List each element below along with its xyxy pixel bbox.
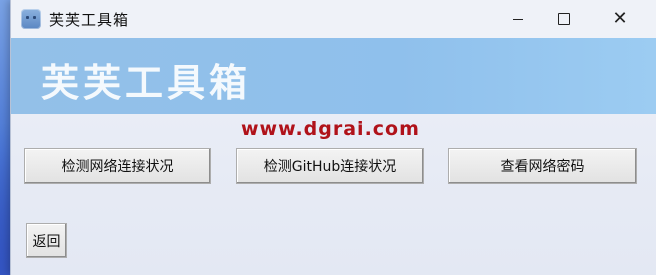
- app-icon: [21, 9, 41, 29]
- minimize-icon: [513, 18, 523, 20]
- check-network-button[interactable]: 检测网络连接状况: [24, 148, 211, 184]
- header-banner: 芙芙工具箱: [11, 38, 656, 114]
- app-window: 芙芙工具箱 ✕ 芙芙工具箱 www.dgrai.com 检测网络连接状况 检测G…: [10, 0, 656, 275]
- maximize-icon: [558, 13, 570, 25]
- window-title: 芙芙工具箱: [49, 11, 130, 29]
- watermark-text: www.dgrai.com: [241, 118, 420, 140]
- view-wifi-password-button[interactable]: 查看网络密码: [448, 148, 637, 184]
- maximize-button[interactable]: [541, 0, 587, 38]
- close-button[interactable]: ✕: [597, 0, 643, 38]
- close-icon: ✕: [612, 8, 628, 29]
- minimize-button[interactable]: [495, 0, 541, 38]
- back-button[interactable]: 返回: [26, 223, 67, 258]
- check-github-button[interactable]: 检测GitHub连接状况: [236, 148, 424, 184]
- title-bar[interactable]: 芙芙工具箱 ✕: [11, 0, 656, 38]
- banner-title: 芙芙工具箱: [41, 61, 252, 105]
